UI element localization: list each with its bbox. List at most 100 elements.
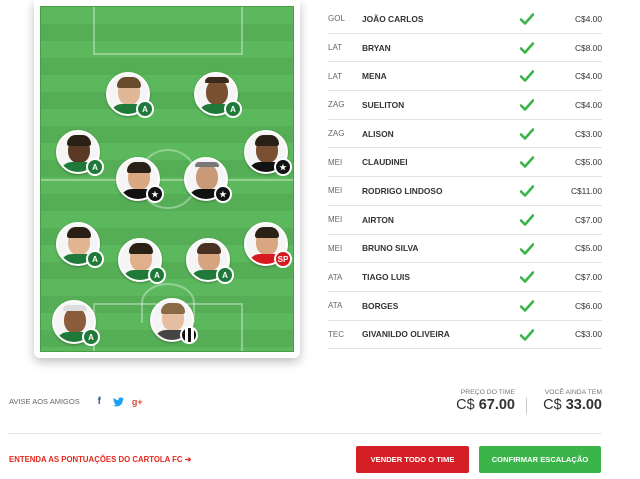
player-position: ZAG bbox=[328, 129, 345, 139]
player-position: MEI bbox=[328, 215, 343, 225]
status-check-icon bbox=[520, 300, 534, 312]
status-check-icon bbox=[520, 41, 534, 54]
status-check-icon bbox=[520, 99, 534, 111]
lineup-row[interactable]: LAT MENA C$4.00 bbox=[328, 62, 602, 92]
field-player-mid-center-left[interactable]: ★ bbox=[116, 157, 164, 203]
field-player-goalkeeper[interactable] bbox=[150, 298, 198, 344]
lineup-row[interactable]: MEI RODRIGO LINDOSO C$11.00 bbox=[328, 177, 602, 206]
lineup-row[interactable]: MEI AIRTON C$7.00 bbox=[328, 206, 602, 235]
player-position: MEI bbox=[328, 157, 343, 167]
field-player-attacker-right[interactable]: A bbox=[194, 72, 242, 118]
remaining-label: VOCÊ AINDA TEM bbox=[544, 389, 602, 396]
player-position: LAT bbox=[328, 71, 343, 81]
sao-paulo-shield-icon: SP bbox=[274, 250, 292, 268]
lineup-row[interactable]: ATA BORGES C$6.00 bbox=[328, 292, 602, 321]
field-player-def-right[interactable]: SP bbox=[244, 222, 292, 268]
status-check-icon bbox=[520, 271, 534, 283]
divider bbox=[8, 433, 602, 434]
facebook-icon[interactable]: f bbox=[94, 396, 105, 407]
america-mg-shield-icon: A bbox=[136, 100, 154, 118]
share-bar: AVISE AOS AMIGOS f g+ bbox=[9, 396, 143, 407]
player-name: TIAGO LUIS bbox=[362, 272, 410, 283]
status-check-icon bbox=[520, 127, 534, 140]
field-player-mid-left[interactable]: A bbox=[56, 130, 104, 176]
remaining-value: 33.00 bbox=[565, 397, 602, 413]
status-check-icon bbox=[520, 214, 534, 226]
status-check-icon bbox=[520, 13, 534, 25]
share-label: AVISE AOS AMIGOS bbox=[9, 397, 80, 406]
botafogo-shield-icon: ★ bbox=[146, 185, 164, 203]
team-price-currency: C$ bbox=[456, 397, 475, 413]
player-position: MEI bbox=[328, 186, 343, 196]
field-player-def-left[interactable]: A bbox=[56, 222, 104, 268]
player-price: C$5.00 bbox=[574, 157, 602, 168]
remaining-balance: VOCÊ AINDA TEM C$ 33.00 bbox=[543, 389, 602, 413]
america-mg-shield-icon: A bbox=[148, 266, 166, 284]
player-price: C$4.00 bbox=[574, 71, 602, 82]
player-name: BORGES bbox=[362, 300, 399, 311]
america-mg-shield-icon: A bbox=[216, 266, 234, 284]
player-price: C$11.00 bbox=[570, 185, 602, 196]
top-penalty-box bbox=[93, 7, 243, 55]
player-position: LAT bbox=[328, 43, 343, 53]
player-price: C$5.00 bbox=[574, 243, 602, 254]
team-price-value-row: C$ 67.00 bbox=[456, 397, 515, 413]
player-price: C$7.00 bbox=[574, 214, 602, 225]
lineup-row[interactable]: TEC GIVANILDO OLIVEIRA C$3.00 bbox=[328, 321, 602, 350]
botafogo-shield-icon: ★ bbox=[214, 185, 232, 203]
field-player-mid-right[interactable]: ★ bbox=[244, 130, 292, 176]
player-name: MENA bbox=[362, 71, 387, 82]
player-price: C$7.00 bbox=[574, 272, 602, 283]
player-price: C$3.00 bbox=[574, 329, 602, 340]
scoring-rules-link[interactable]: ENTENDA AS PONTUAÇÕES DO CARTOLA FC ➜ bbox=[9, 455, 191, 464]
player-price: C$8.00 bbox=[574, 42, 602, 53]
player-price: C$3.00 bbox=[574, 128, 602, 139]
lineup-table: GOL JOÃO CARLOS C$4.00 LAT BRYAN C$8.00 LAT MEN… bbox=[328, 5, 602, 350]
lineup-row[interactable]: ZAG ALISON C$3.00 bbox=[328, 120, 602, 149]
player-price: C$4.00 bbox=[574, 13, 602, 24]
lineup-row[interactable]: ZAG SUELITON C$4.00 bbox=[328, 91, 602, 120]
lineup-row[interactable]: MEI BRUNO SILVA C$5.00 bbox=[328, 235, 602, 264]
sell-team-button[interactable]: VENDER TODO O TIME bbox=[356, 446, 469, 473]
team-price: PREÇO DO TIME C$ 67.00 bbox=[456, 389, 515, 413]
player-name: GIVANILDO OLIVEIRA bbox=[362, 329, 450, 340]
america-mg-shield-icon: A bbox=[86, 250, 104, 268]
lineup-row[interactable]: LAT BRYAN C$8.00 bbox=[328, 34, 602, 63]
america-mg-shield-icon: A bbox=[224, 100, 242, 118]
player-position: ATA bbox=[328, 301, 343, 311]
field-player-def-center-right[interactable]: A bbox=[186, 238, 234, 284]
field-player-def-center-left[interactable]: A bbox=[118, 238, 166, 284]
status-check-icon bbox=[520, 156, 534, 169]
google-plus-icon[interactable]: g+ bbox=[132, 396, 143, 407]
player-name: BRYAN bbox=[362, 42, 391, 53]
player-name: SUELITON bbox=[362, 99, 405, 110]
team-price-value: 67.00 bbox=[478, 397, 515, 413]
confirm-lineup-button[interactable]: CONFIRMAR ESCALAÇÃO bbox=[479, 446, 601, 473]
remaining-currency: C$ bbox=[543, 397, 562, 413]
player-name: AIRTON bbox=[362, 214, 394, 225]
player-position: ATA bbox=[328, 272, 343, 282]
player-name: BRUNO SILVA bbox=[362, 243, 419, 254]
lineup-row[interactable]: ATA TIAGO LUIS C$7.00 bbox=[328, 263, 602, 292]
team-totals: PREÇO DO TIME C$ 67.00 VOCÊ AINDA TEM C$… bbox=[440, 389, 602, 417]
status-check-icon bbox=[520, 185, 534, 197]
lineup-row[interactable]: GOL JOÃO CARLOS C$4.00 bbox=[328, 5, 602, 34]
field-player-attacker-left[interactable]: A bbox=[106, 72, 154, 118]
field-player-coach[interactable]: A bbox=[52, 300, 100, 346]
status-check-icon bbox=[520, 328, 534, 341]
field-player-mid-center-right[interactable]: ★ bbox=[184, 157, 232, 203]
ponte-preta-shield-icon bbox=[180, 326, 198, 344]
player-name: JOÃO CARLOS bbox=[362, 13, 424, 24]
america-mg-shield-icon: A bbox=[82, 328, 100, 346]
player-name: RODRIGO LINDOSO bbox=[362, 185, 443, 196]
player-name: CLAUDINEI bbox=[362, 157, 408, 168]
remaining-value-row: C$ 33.00 bbox=[543, 397, 602, 413]
botafogo-shield-icon: ★ bbox=[274, 158, 292, 176]
player-position: MEI bbox=[328, 243, 343, 253]
player-position: TEC bbox=[328, 329, 344, 339]
player-position: GOL bbox=[328, 14, 345, 24]
twitter-icon[interactable] bbox=[112, 396, 124, 407]
lineup-row[interactable]: MEI CLAUDINEI C$5.00 bbox=[328, 148, 602, 178]
totals-divider bbox=[526, 398, 527, 414]
player-price: C$4.00 bbox=[574, 99, 602, 110]
